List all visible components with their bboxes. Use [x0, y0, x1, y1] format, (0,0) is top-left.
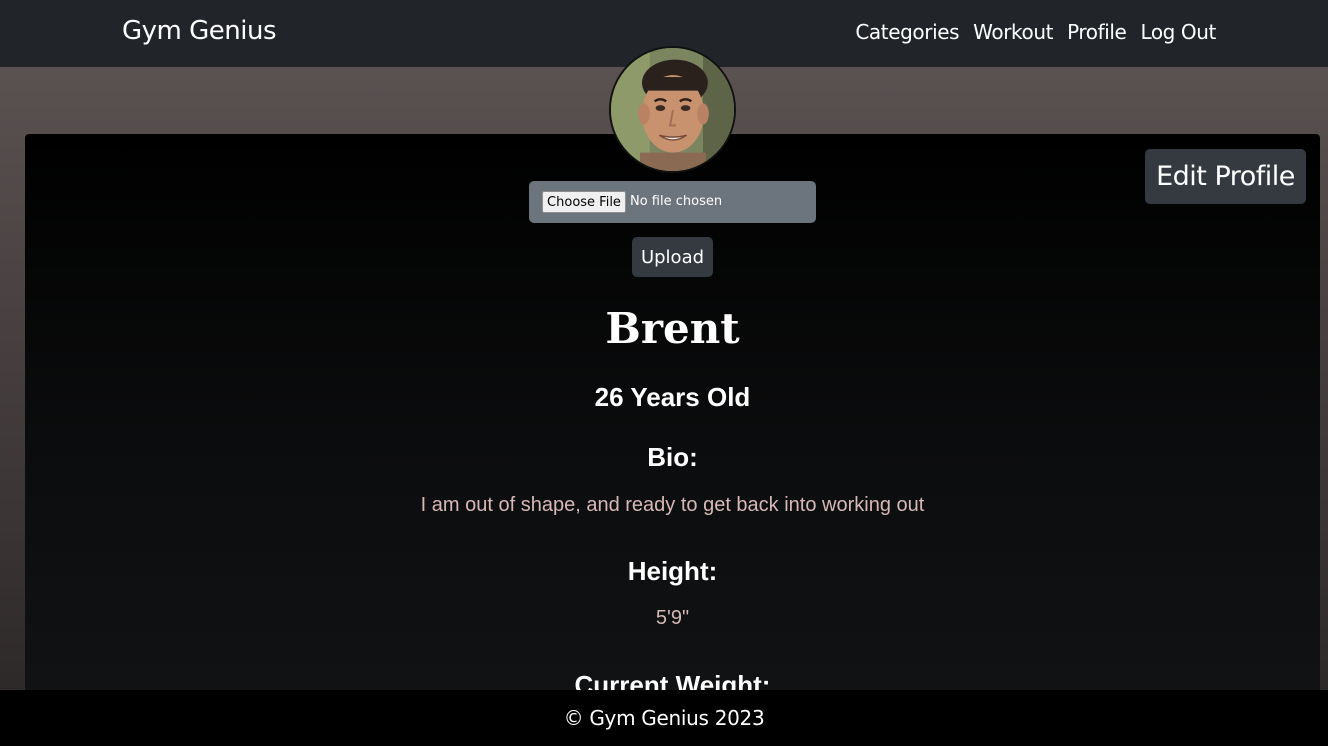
profile-card [25, 134, 1320, 734]
profile-age: 26 Years Old [594, 382, 751, 412]
file-status-text: No file chosen [630, 194, 723, 209]
choose-file-button[interactable]: Choose File [542, 191, 626, 213]
brand-link[interactable]: Gym Genius [122, 16, 277, 46]
avatar-photo [611, 48, 734, 171]
nav-link-profile[interactable]: Profile [1067, 20, 1127, 44]
nav-link-logout[interactable]: Log Out [1140, 20, 1216, 44]
height-value: 5'9" [655, 607, 690, 629]
nav-links: Categories Workout Profile Log Out [855, 20, 1216, 44]
nav-link-workout[interactable]: Workout [973, 20, 1053, 44]
file-input[interactable]: Choose File No file chosen [529, 181, 816, 223]
profile-name: Brent [605, 304, 740, 353]
height-label: Height: [627, 556, 718, 586]
nav-link-categories[interactable]: Categories [855, 20, 959, 44]
bio-label: Bio: [647, 442, 698, 472]
upload-button[interactable]: Upload [632, 237, 713, 277]
footer: © Gym Genius 2023 [0, 690, 1328, 746]
avatar [609, 46, 736, 173]
bio-text: I am out of shape, and ready to get back… [420, 494, 925, 516]
edit-profile-button[interactable]: Edit Profile [1145, 149, 1306, 204]
footer-copyright: © Gym Genius 2023 [563, 706, 765, 730]
